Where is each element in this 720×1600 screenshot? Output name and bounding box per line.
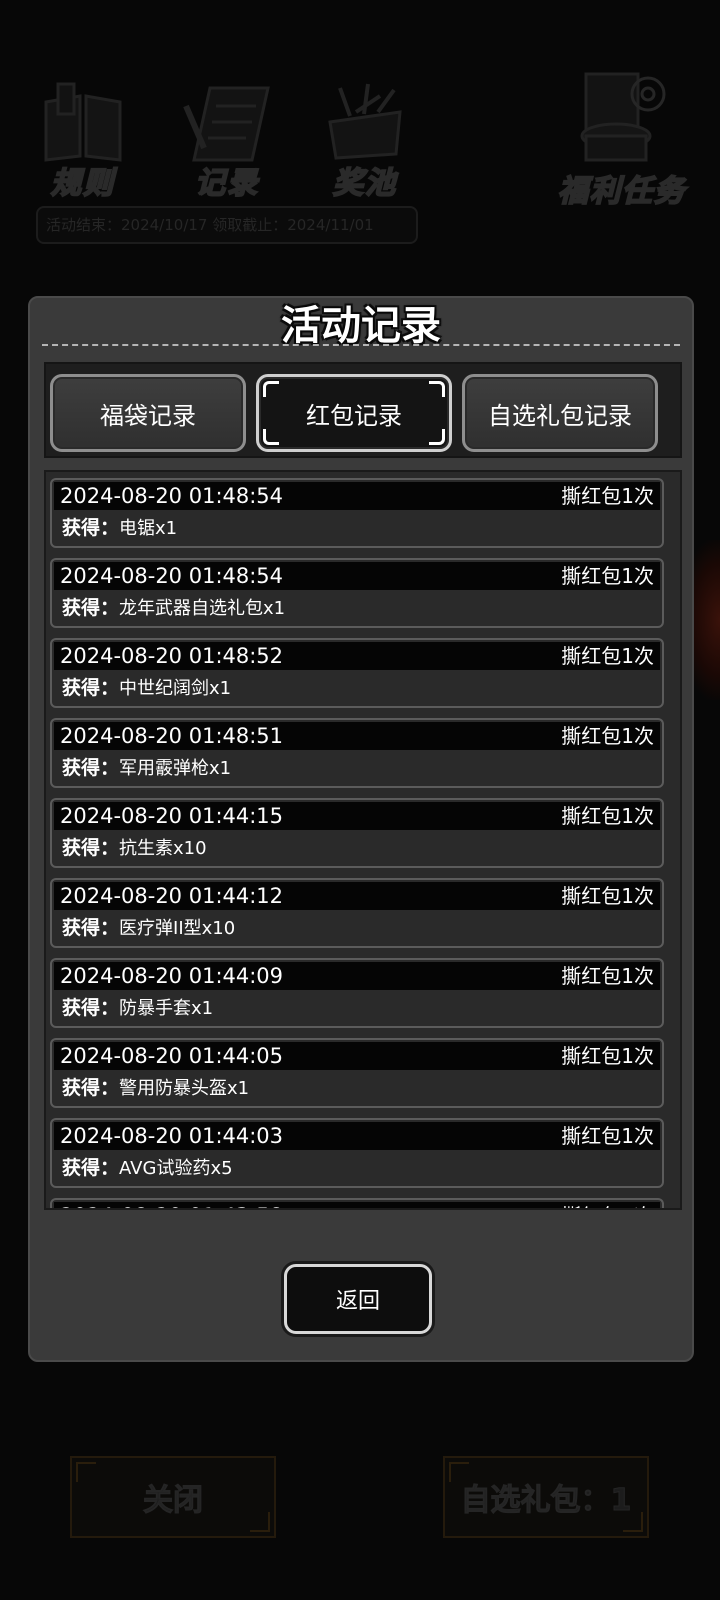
record-row: 2024-08-20 01:48:54 撕红包1次 获得：电锯x1: [50, 478, 664, 548]
record-reward: 获得：医疗弹II型x10: [62, 914, 235, 943]
rules-button[interactable]: 规则: [28, 82, 138, 202]
record-row: 2024-08-20 01:44:03 撕红包1次 获得：AVG试验药x5: [50, 1118, 664, 1188]
record-header: 2024-08-20 01:44:12 撕红包1次: [54, 882, 660, 910]
selection-corner: [429, 381, 445, 397]
record-reward: 获得：电锯x1: [62, 514, 177, 543]
welfare-task-icon: [580, 72, 666, 162]
record-item: 军用霰弹枪x1: [119, 758, 232, 779]
record-row: 2024-08-20 01:48:54 撕红包1次 获得：龙年武器自选礼包x1: [50, 558, 664, 628]
record-button[interactable]: 记录: [172, 82, 282, 202]
record-row: 2024-08-20 01:44:15 撕红包1次 获得：抗生素x10: [50, 798, 664, 868]
record-item: 警用防暴头盔x1: [119, 1078, 250, 1099]
obtained-label: 获得：: [62, 837, 120, 859]
tab-optional-gift-records[interactable]: 自选礼包记录: [462, 374, 658, 452]
record-list[interactable]: 2024-08-20 01:48:54 撕红包1次 获得：电锯x1 2024-0…: [44, 470, 682, 1210]
record-header: 2024-08-20 01:43:58 撕红包1次: [54, 1202, 660, 1208]
record-header: 2024-08-20 01:44:05 撕红包1次: [54, 1042, 660, 1070]
record-row: 2024-08-20 01:48:52 撕红包1次 获得：中世纪阔剑x1: [50, 638, 664, 708]
tab-label: 红包记录: [306, 401, 402, 430]
tab-red-packet-records[interactable]: 红包记录: [256, 374, 452, 452]
record-action: 撕红包1次: [561, 644, 654, 668]
obtained-label: 获得：: [62, 997, 120, 1019]
record-time: 2024-08-20 01:44:12: [60, 884, 284, 908]
record-action: 撕红包1次: [561, 1124, 654, 1148]
record-time: 2024-08-20 01:44:05: [60, 1044, 284, 1068]
record-header: 2024-08-20 01:44:09 撕红包1次: [54, 962, 660, 990]
obtained-label: 获得：: [62, 757, 120, 779]
record-time: 2024-08-20 01:48:52: [60, 644, 284, 668]
record-action: 撕红包1次: [561, 1202, 654, 1208]
obtained-label: 获得：: [62, 1157, 120, 1179]
record-item: 中世纪阔剑x1: [119, 678, 232, 699]
close-button[interactable]: 关闭: [70, 1456, 276, 1538]
record-action: 撕红包1次: [561, 1044, 654, 1068]
selection-corner: [263, 381, 279, 397]
record-time: 2024-08-20 01:43:58: [60, 1202, 283, 1208]
record-header: 2024-08-20 01:44:03 撕红包1次: [54, 1122, 660, 1150]
prize-pool-icon: [328, 83, 402, 160]
record-action: 撕红包1次: [561, 884, 654, 908]
selection-corner: [429, 429, 445, 445]
welfare-task-button[interactable]: 福利任务: [552, 70, 692, 210]
record-reward: 获得：龙年武器自选礼包x1: [62, 594, 285, 623]
record-reward: 获得：警用防暴头盔x1: [62, 1074, 249, 1103]
record-header: 2024-08-20 01:48:54 撕红包1次: [54, 482, 660, 510]
record-item: AVG试验药x5: [119, 1158, 233, 1179]
record-reward: 获得：防暴手套x1: [62, 994, 213, 1023]
selection-corner: [263, 429, 279, 445]
record-header: 2024-08-20 01:48:52 撕红包1次: [54, 642, 660, 670]
rules-book-icon: [44, 82, 122, 162]
record-reward: 获得：AVG试验药x5: [62, 1154, 233, 1183]
obtained-label: 获得：: [62, 677, 120, 699]
obtained-label: 获得：: [62, 917, 120, 939]
record-reward: 获得：军用霰弹枪x1: [62, 754, 231, 783]
record-time: 2024-08-20 01:48:51: [60, 724, 284, 748]
record-row: 2024-08-20 01:43:58 撕红包1次: [50, 1198, 664, 1208]
record-header: 2024-08-20 01:48:51 撕红包1次: [54, 722, 660, 750]
record-item: 医疗弹II型x10: [119, 918, 236, 939]
record-time: 2024-08-20 01:48:54: [60, 564, 284, 588]
record-item: 龙年武器自选礼包x1: [119, 598, 286, 619]
record-time: 2024-08-20 01:44:15: [60, 804, 284, 828]
record-row: 2024-08-20 01:44:05 撕红包1次 获得：警用防暴头盔x1: [50, 1038, 664, 1108]
record-clipboard-icon: [183, 86, 270, 162]
record-row: 2024-08-20 01:48:51 撕红包1次 获得：军用霰弹枪x1: [50, 718, 664, 788]
record-item: 电锯x1: [119, 518, 178, 539]
obtained-label: 获得：: [62, 597, 120, 619]
record-reward: 获得：中世纪阔剑x1: [62, 674, 231, 703]
modal-title: 活动记录: [281, 303, 441, 349]
record-action: 撕红包1次: [561, 564, 654, 588]
record-action: 撕红包1次: [561, 964, 654, 988]
tab-lucky-bag-records[interactable]: 福袋记录: [50, 374, 246, 452]
record-action: 撕红包1次: [561, 484, 654, 508]
prize-pool-button[interactable]: 奖池: [310, 82, 420, 202]
tab-strip: 福袋记录 红包记录 自选礼包记录: [44, 362, 682, 458]
record-row: 2024-08-20 01:44:12 撕红包1次 获得：医疗弹II型x10: [50, 878, 664, 948]
record-row: 2024-08-20 01:44:09 撕红包1次 获得：防暴手套x1: [50, 958, 664, 1028]
record-item: 防暴手套x1: [119, 998, 214, 1019]
record-reward: 获得：抗生素x10: [62, 834, 207, 863]
rules-label: 规则: [50, 165, 115, 202]
record-item: 抗生素x10: [119, 838, 207, 859]
welfare-task-label: 福利任务: [557, 173, 686, 210]
event-dates: 活动结束：2024/10/17 领取截止：2024/11/01: [36, 206, 418, 244]
prize-pool-label: 奖池: [332, 165, 397, 202]
record-label: 记录: [194, 165, 259, 202]
record-time: 2024-08-20 01:44:03: [60, 1124, 284, 1148]
record-time: 2024-08-20 01:48:54: [60, 484, 284, 508]
optional-gift-button[interactable]: 自选礼包：1: [443, 1456, 649, 1538]
record-header: 2024-08-20 01:44:15 撕红包1次: [54, 802, 660, 830]
record-time: 2024-08-20 01:44:09: [60, 964, 284, 988]
activity-record-modal: 活动记录 福袋记录 红包记录 自选礼包记录 2024-08-20 01:48:5…: [28, 296, 694, 1362]
title-divider: [42, 344, 680, 346]
obtained-label: 获得：: [62, 1077, 120, 1099]
record-action: 撕红包1次: [561, 804, 654, 828]
record-header: 2024-08-20 01:48:54 撕红包1次: [54, 562, 660, 590]
obtained-label: 获得：: [62, 517, 120, 539]
back-button[interactable]: 返回: [284, 1264, 432, 1334]
record-action: 撕红包1次: [561, 724, 654, 748]
